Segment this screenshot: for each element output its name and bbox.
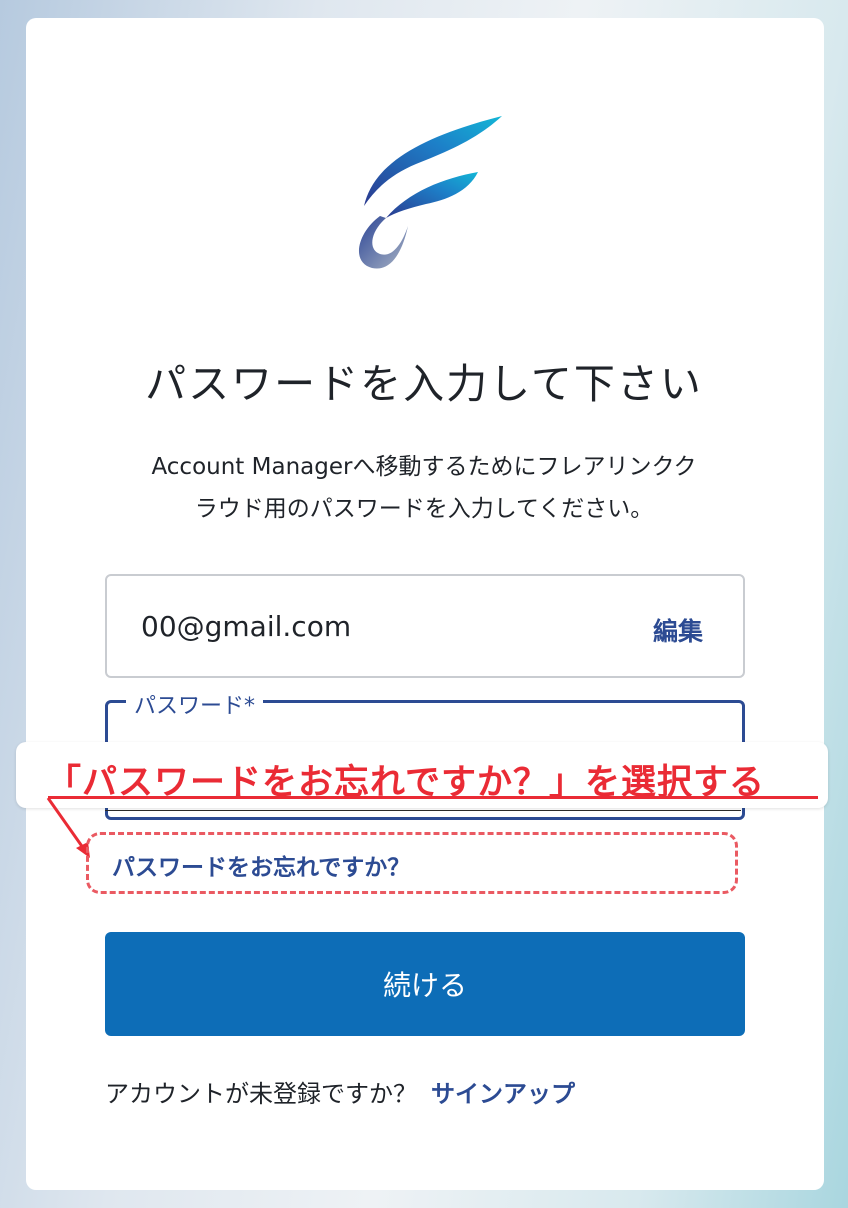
signup-row: アカウントが未登録ですか？ サインアップ	[105, 1074, 575, 1109]
description-line-2: ラウド用のパスワードを入力してください。	[194, 496, 654, 522]
edit-email-link[interactable]: 編集	[653, 612, 703, 648]
annotation-underline	[48, 796, 818, 799]
continue-button[interactable]: 続ける	[105, 932, 745, 1036]
forgot-password-link[interactable]: パスワードをお忘れですか？	[112, 848, 410, 882]
description-line-1: Account Managerへ移動するためにフレアリンクク	[151, 454, 697, 480]
email-value: 00@gmail.com	[141, 610, 352, 643]
email-display-field: 00@gmail.com 編集	[105, 574, 745, 678]
signup-link[interactable]: サインアップ	[431, 1080, 575, 1108]
password-field-bottom-edge	[105, 810, 741, 811]
page-title: パスワードを入力して下さい	[145, 360, 703, 408]
signup-prompt: アカウントが未登録ですか？	[105, 1080, 417, 1108]
password-label: パスワード*	[126, 688, 264, 720]
page-description: Account Managerへ移動するためにフレアリンクク ラウド用のパスワー…	[100, 446, 748, 530]
brand-logo-icon	[358, 116, 502, 269]
